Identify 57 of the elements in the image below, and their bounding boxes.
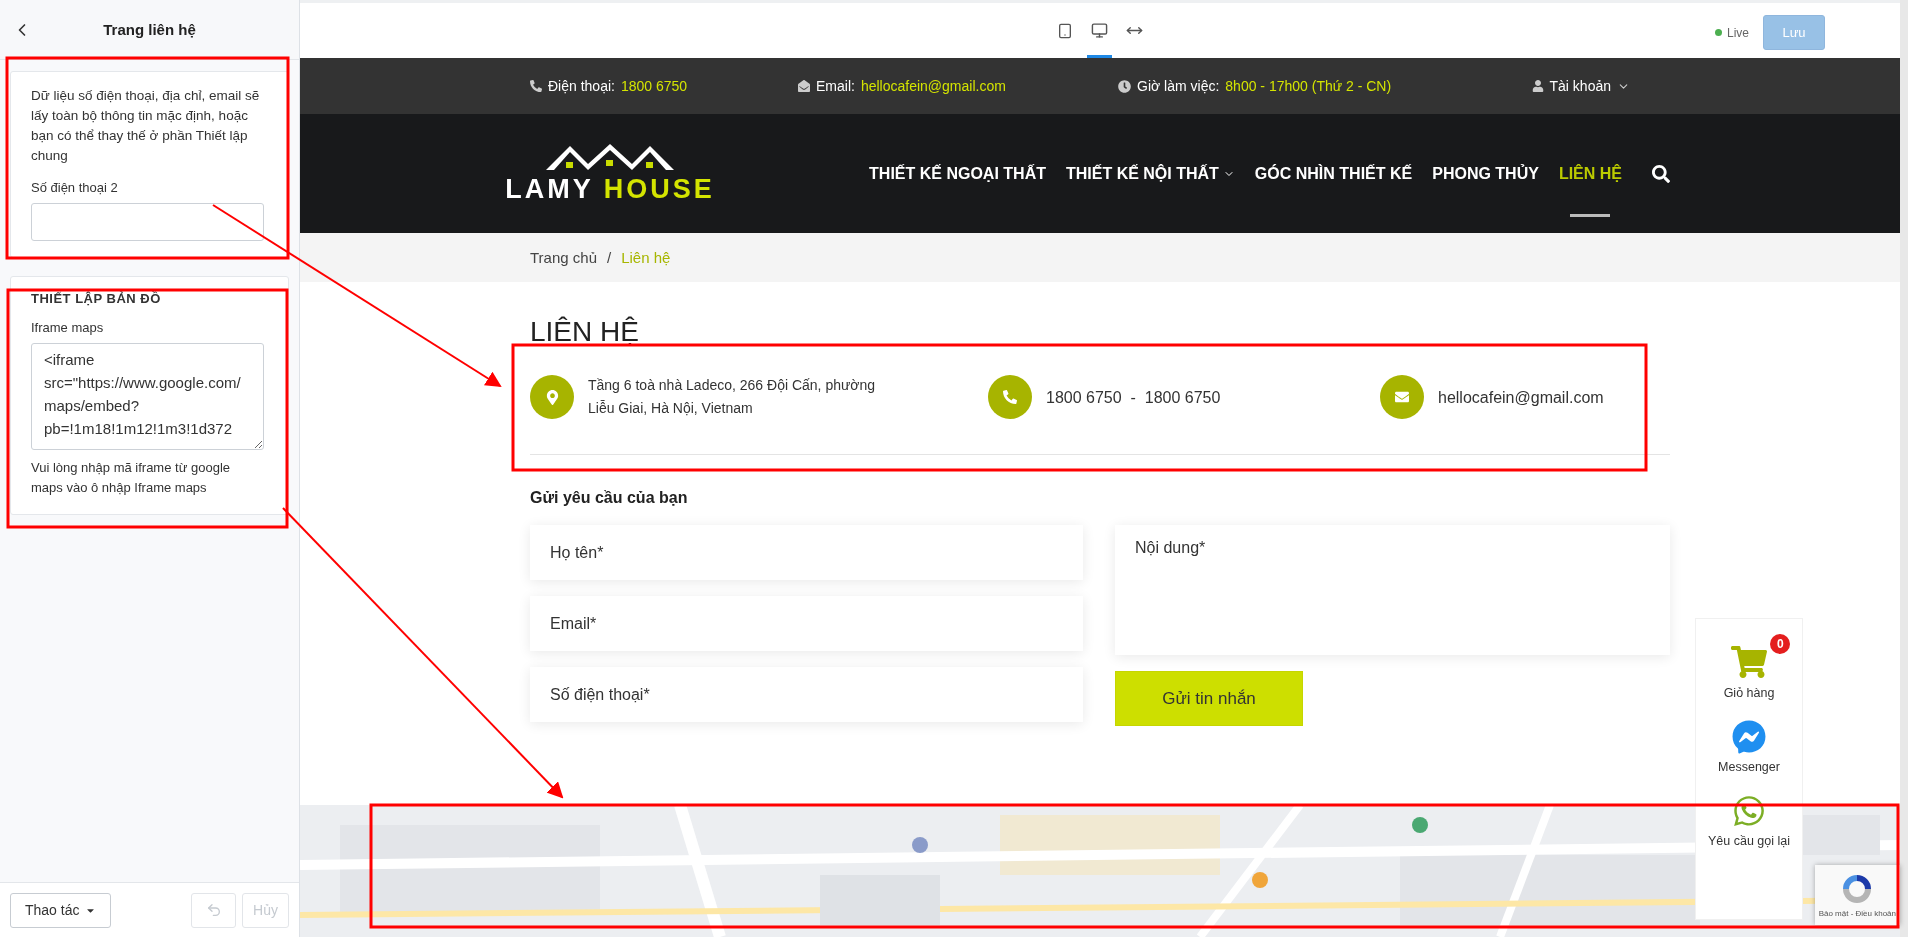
phone-bubble-icon [1732, 794, 1766, 828]
phone-icon [530, 80, 542, 92]
logo-text: LAMY [505, 174, 594, 205]
input-field[interactable]: Email* [530, 596, 1083, 651]
panel-title: Trang liên hệ [103, 21, 196, 38]
account-link[interactable]: Tài khoản [1549, 78, 1611, 94]
clock-icon [1118, 79, 1131, 93]
contact-label: Giờ làm việc: [1137, 78, 1220, 94]
page-title: LIÊN HỆ [530, 316, 640, 348]
logo-text: HOUSE [603, 174, 715, 205]
section-heading: THIẾT LẬP BẢN ĐỒ [31, 291, 162, 306]
breadcrumb-link[interactable]: Trang chủ [530, 249, 597, 266]
widget-link[interactable]: 0 Giỏ hàng [1707, 634, 1791, 700]
messenger-icon [1732, 720, 1766, 754]
iframe-field[interactable]: <iframe src="https://www.google.com/maps/embed?pb=!1m18!1m12!1m3!1d372 [31, 343, 264, 450]
nav-link[interactable]: LIÊN HỆ [1558, 146, 1622, 201]
widget-link[interactable]: Messenger [1702, 710, 1796, 774]
nav-link[interactable]: THIẾT KẾ NỘI THẤT [1065, 146, 1235, 201]
contact-label: Email: [816, 78, 855, 94]
nav-link[interactable]: PHONG THỦY [1432, 146, 1539, 201]
envelope-icon [798, 80, 810, 92]
phone-icon [1003, 390, 1017, 404]
contact-text: Tầng 6 toà nhà Ladeco, 266 Đội Cấn, phường Liễu Giai, Hà Nội, Vietnam [588, 376, 876, 418]
info-text: Dữ liệu số điện thoại, địa chỉ, email sẽ lấy toàn bộ thông tin mặc định, hoặc bạn có thể thay thế ở phần Thiết lập chung [31, 87, 261, 165]
input-field[interactable]: Họ tên* [530, 525, 1083, 580]
map-pin-icon [544, 389, 560, 405]
input-field[interactable]: Số điện thoại* [530, 667, 1083, 722]
monitor-icon [1091, 22, 1108, 39]
widget-link[interactable]: Yêu cầu gọi lại [1692, 784, 1806, 848]
contact-value: 8h00 - 17h00 (Thứ 2 - CN) [1225, 78, 1392, 94]
terms-link[interactable]: Bảo mật - Điều khoản [1818, 909, 1896, 918]
nav-link[interactable]: GÓC NHÌN THIẾT KẾ [1254, 146, 1413, 201]
count-badge: 0 [1770, 634, 1791, 654]
active-underline [1570, 213, 1611, 217]
search-icon[interactable] [1652, 164, 1670, 183]
live-status: Live [1715, 25, 1749, 40]
submit-button[interactable]: Gửi tin nhắn [1115, 671, 1303, 726]
undo-icon [205, 902, 222, 918]
help-text: Vui lòng nhập mã iframe từ google maps vào ô nhập Iframe maps [31, 459, 231, 497]
nav-link[interactable]: THIẾT KẾ NGOẠI THẤT [869, 146, 1046, 201]
phone-field[interactable] [31, 203, 264, 241]
cart-icon [1731, 644, 1767, 680]
roof-logo-icon [544, 142, 676, 172]
contact-label: Điện thoại: [548, 78, 615, 94]
contact-text: 1800 6750 - 1800 6750 [1046, 387, 1221, 408]
actions-button[interactable]: Thao tác [10, 892, 112, 928]
contact-value: 1800 6750 [620, 78, 688, 94]
contact-value: hellocafein@gmail.com [860, 78, 1006, 94]
breadcrumb-separator: / [607, 249, 612, 266]
user-icon [1531, 80, 1544, 92]
envelope-icon [1395, 390, 1409, 404]
message-field[interactable]: Nội dung* [1115, 525, 1670, 655]
contact-text: hellocafein@gmail.com [1438, 387, 1604, 408]
tablet-icon [1057, 22, 1073, 39]
field-label: Số điện thoại 2 [31, 180, 119, 195]
field-label: Iframe maps [31, 320, 105, 335]
form-title: Gửi yêu cầu của bạn [530, 489, 689, 507]
